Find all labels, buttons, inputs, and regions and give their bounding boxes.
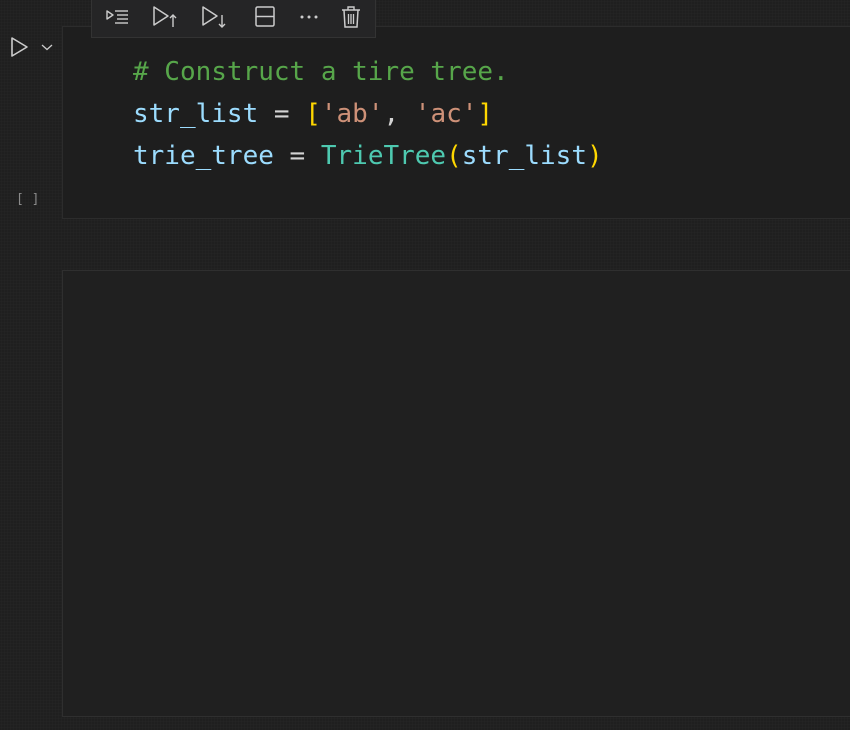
run-above-icon — [106, 10, 128, 24]
code-line-1: # Construct a tire tree. — [133, 57, 509, 87]
run-cell-and-below-button[interactable] — [198, 3, 228, 31]
trash-icon — [342, 6, 360, 28]
bracket-token: [ — [305, 99, 321, 129]
ellipsis-icon — [300, 15, 318, 19]
string-token: 'ab' — [320, 99, 384, 129]
run-up-icon — [153, 6, 177, 27]
comma-token: , — [383, 99, 415, 129]
operator-token: = — [258, 99, 306, 129]
run-cell-button[interactable] — [6, 34, 32, 60]
run-cell-and-above-button[interactable] — [149, 3, 179, 31]
paren-token: ( — [446, 141, 462, 171]
argument-token: str_list — [461, 141, 587, 171]
empty-cell[interactable] — [62, 270, 850, 717]
split-cell-button[interactable] — [250, 3, 280, 31]
cell-toolbar — [91, 0, 376, 38]
delete-cell-button[interactable] — [336, 3, 366, 31]
code-cell[interactable]: # Construct a tire tree. str_list = ['ab… — [62, 26, 850, 219]
code-line-2: str_list = ['ab', 'ac'] — [133, 99, 493, 129]
split-cell-icon — [255, 6, 275, 27]
comment-token: # Construct a tire tree. — [133, 57, 509, 87]
more-actions-button[interactable] — [294, 3, 324, 31]
variable-token: trie_tree — [133, 141, 274, 171]
bracket-token: ] — [477, 99, 494, 129]
execution-count: [ ] — [16, 192, 40, 207]
run-down-icon — [202, 6, 226, 28]
play-icon — [11, 37, 28, 57]
class-token: TrieTree — [320, 141, 447, 171]
string-token: 'ac' — [414, 99, 478, 129]
run-above-button[interactable] — [102, 3, 132, 31]
run-options-dropdown[interactable] — [38, 38, 56, 56]
operator-token: = — [273, 141, 321, 171]
code-line-3: trie_tree = TrieTree(str_list) — [133, 141, 603, 171]
code-editor[interactable]: # Construct a tire tree. str_list = ['ab… — [133, 51, 603, 177]
paren-token: ) — [586, 141, 603, 171]
variable-token: str_list — [133, 99, 259, 129]
chevron-down-icon — [41, 44, 53, 51]
